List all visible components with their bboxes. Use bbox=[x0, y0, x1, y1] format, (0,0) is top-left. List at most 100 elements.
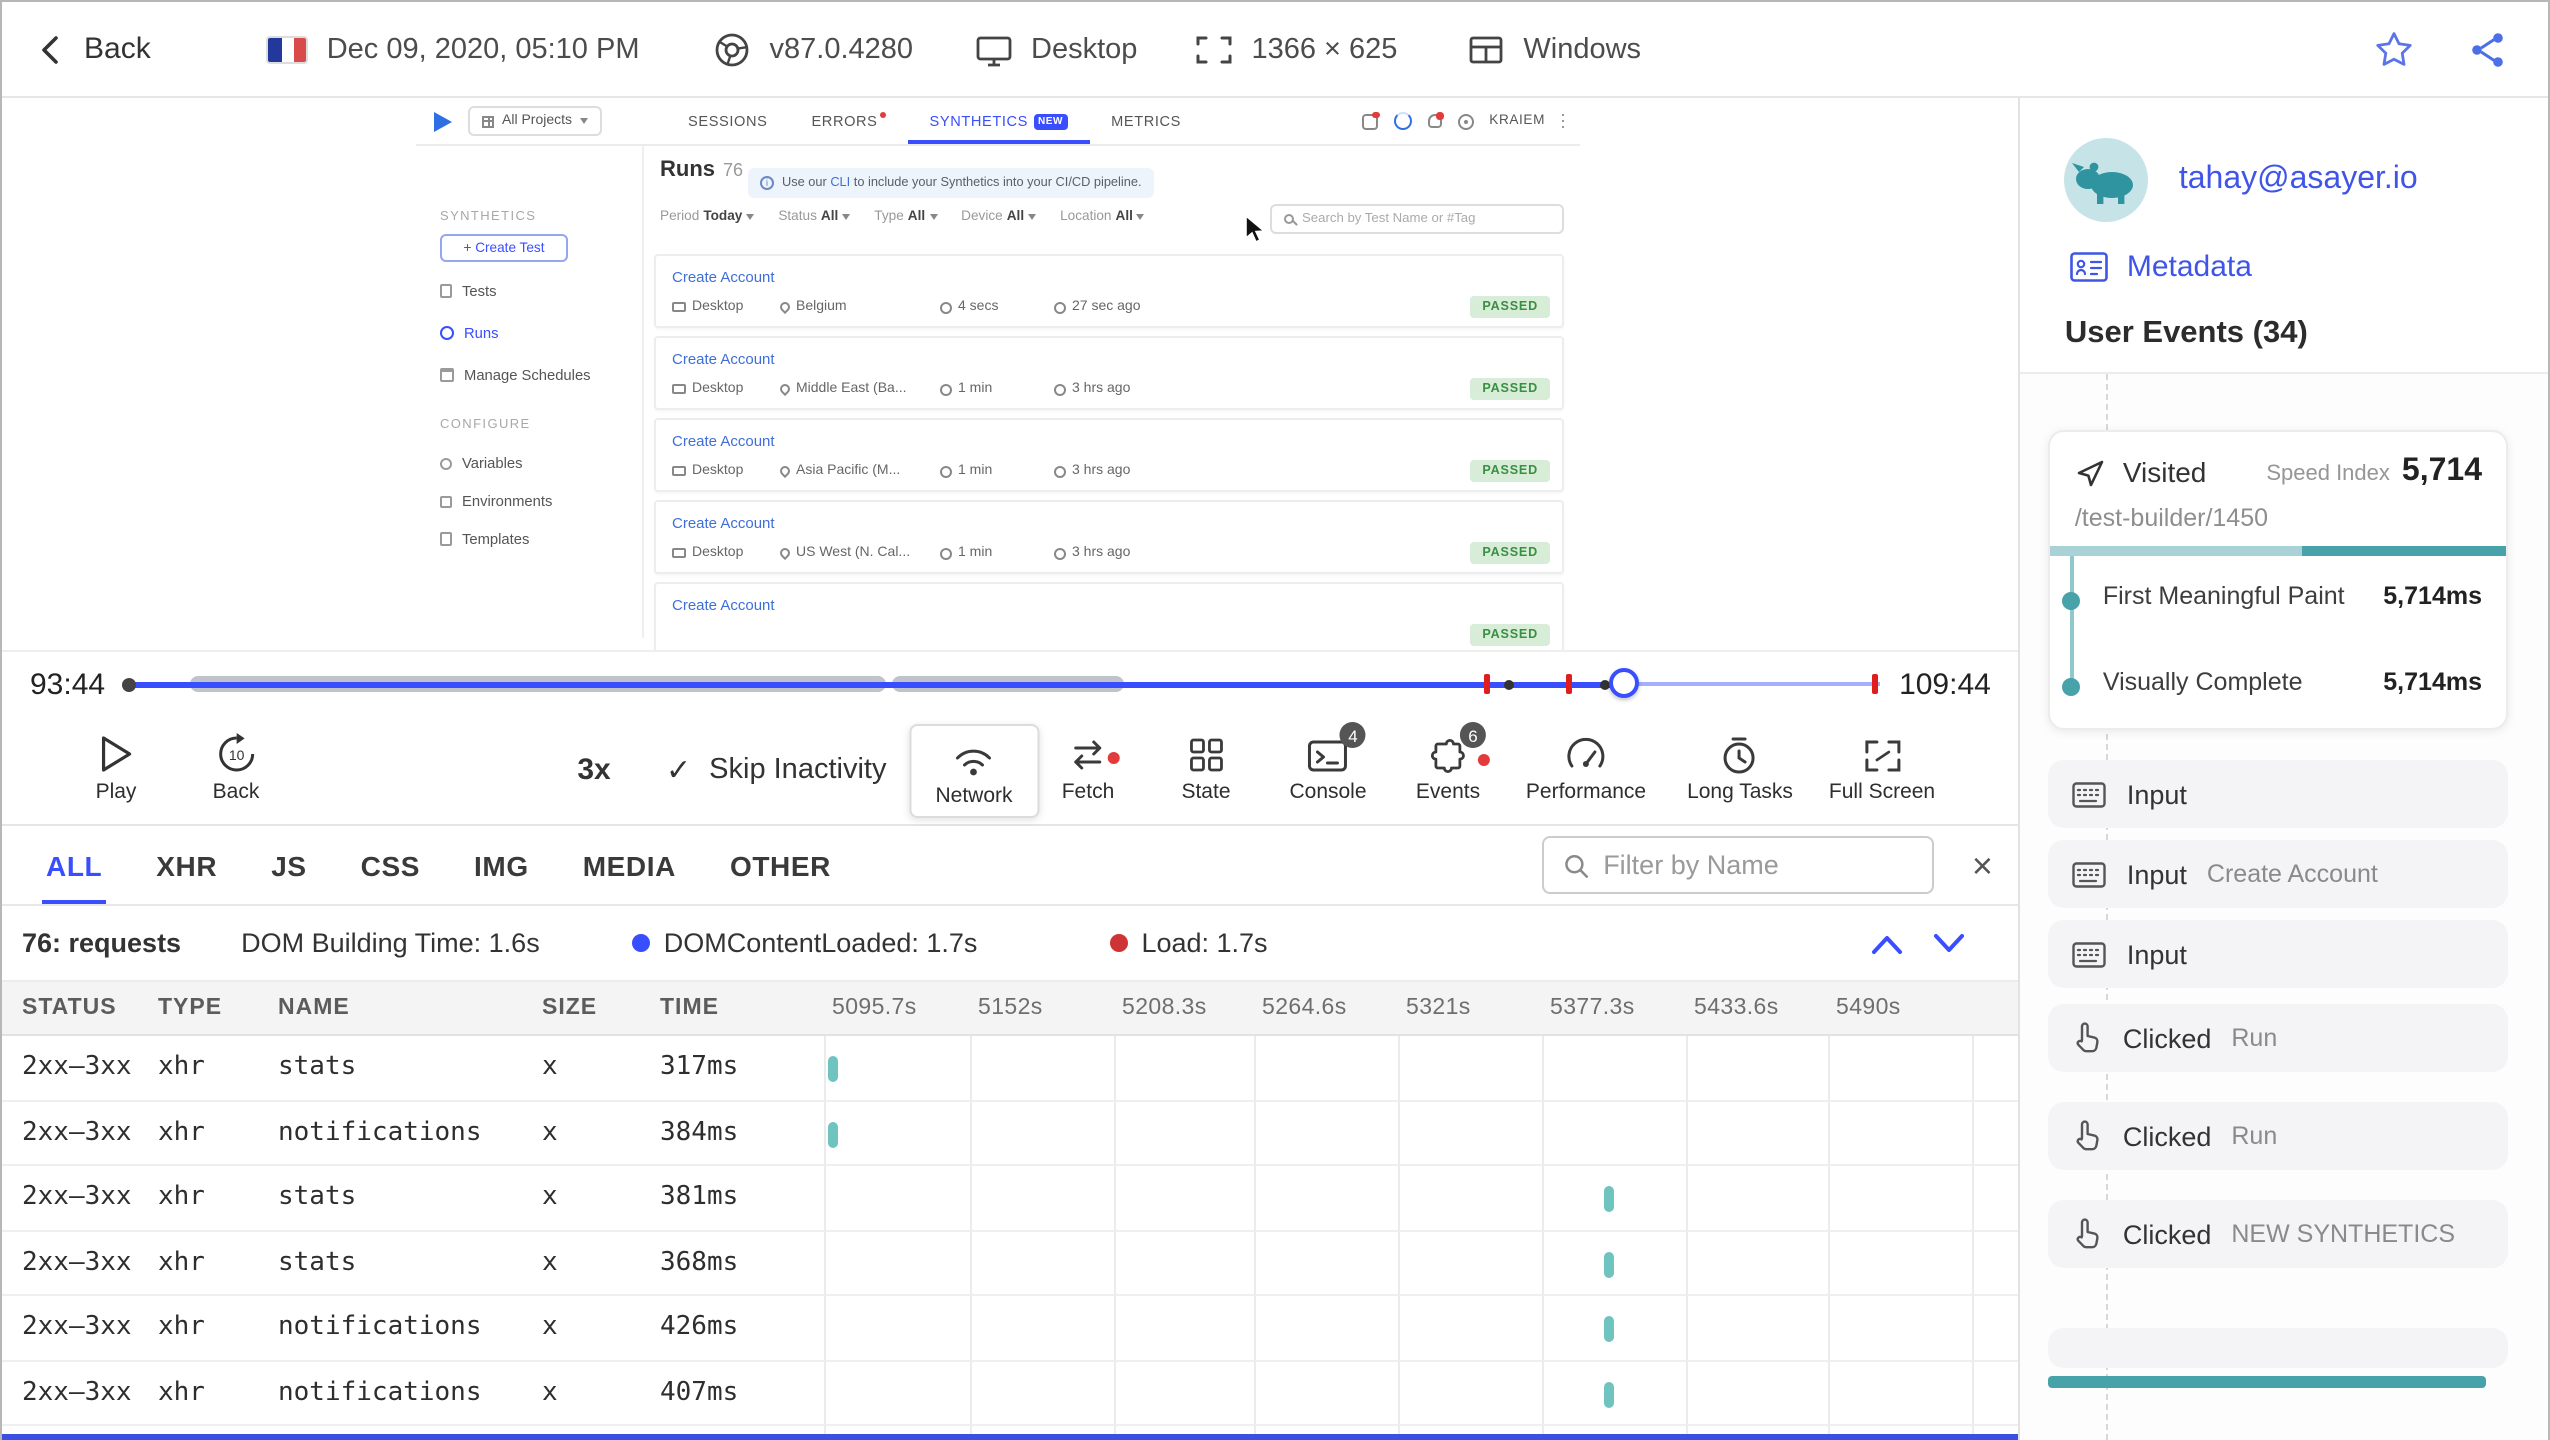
network-row[interactable]: 2xx–3xx xhr stats x 368ms bbox=[2, 1231, 2019, 1296]
performance-toggle[interactable]: Performance bbox=[1526, 732, 1646, 804]
check-icon: ✓ bbox=[666, 754, 692, 788]
keyboard-icon bbox=[2073, 941, 2107, 967]
favorite-star-icon[interactable] bbox=[2372, 27, 2416, 71]
visited-event-card[interactable]: Visited Speed Index 5,714 /test-builder/… bbox=[2048, 430, 2508, 730]
network-row[interactable]: 2xx–3xx xhr stats x 381ms bbox=[2, 1166, 2019, 1231]
replay-project-label: All Projects bbox=[502, 114, 573, 128]
horizontal-scrollbar[interactable] bbox=[2, 1434, 2019, 1440]
input-event-card[interactable]: Input bbox=[2048, 920, 2508, 988]
chevron-down-icon bbox=[1028, 214, 1037, 220]
click-event-card[interactable]: Clicked NEW SYNTHETICS bbox=[2048, 1200, 2508, 1268]
click-event-card[interactable]: Clicked Run bbox=[2048, 1004, 2508, 1072]
play-button[interactable]: Play bbox=[96, 732, 136, 804]
request-timing-mark bbox=[1604, 1381, 1614, 1407]
event-card-partial[interactable] bbox=[2048, 1328, 2508, 1368]
run-list-item: Create Account Desktop Middle East (Ba..… bbox=[654, 336, 1564, 410]
request-timing-mark bbox=[828, 1121, 838, 1147]
replay-tab-errors: ERRORS bbox=[789, 98, 907, 144]
network-tab-xhr[interactable]: XHR bbox=[156, 849, 217, 881]
playhead[interactable] bbox=[1609, 668, 1640, 698]
milestone-dot bbox=[2062, 678, 2081, 696]
info-icon: i bbox=[760, 176, 774, 190]
replay-app-sidebar: SYNTHETICS + Create Test Tests Runs Mana… bbox=[416, 146, 644, 638]
replay-viewport[interactable]: All Projects SESSIONS ERRORS SYNTHETICS N… bbox=[2, 98, 2019, 652]
network-tab-media[interactable]: MEDIA bbox=[583, 849, 676, 881]
calendar-icon bbox=[440, 368, 454, 382]
state-toggle[interactable]: State bbox=[1181, 732, 1231, 804]
browser-version-text: v87.0.4280 bbox=[769, 33, 914, 65]
jump-up-icon[interactable] bbox=[1871, 931, 1905, 955]
network-tab-js[interactable]: JS bbox=[271, 849, 306, 881]
notification-dot bbox=[1372, 111, 1380, 118]
network-row[interactable]: 2xx–3xx xhr notifications x 407ms bbox=[2, 1361, 2019, 1426]
long-tasks-toggle[interactable]: Long Tasks bbox=[1687, 732, 1793, 804]
desktop-icon bbox=[672, 302, 686, 312]
device-type: Desktop bbox=[973, 31, 1137, 67]
performance-gauge-icon bbox=[1567, 737, 1605, 768]
back-button[interactable]: Back bbox=[34, 31, 151, 67]
avatar bbox=[2064, 138, 2149, 222]
fetch-toggle[interactable]: Fetch bbox=[1062, 732, 1120, 804]
events-toggle[interactable]: 6 Events bbox=[1416, 722, 1490, 804]
network-row[interactable]: 2xx–3xx xhr notifications x 426ms bbox=[2, 1296, 2019, 1361]
status-badge: PASSED bbox=[1470, 296, 1550, 318]
document-icon bbox=[440, 284, 452, 298]
back-10s-button[interactable]: 10 Back bbox=[213, 732, 259, 804]
filter-location: Location All bbox=[1060, 210, 1145, 224]
seek-track[interactable] bbox=[121, 666, 1880, 702]
status-badge: PASSED bbox=[1470, 624, 1550, 646]
close-icon[interactable]: × bbox=[1972, 847, 1993, 883]
network-icon bbox=[956, 749, 992, 776]
click-event-card[interactable]: Clicked Run bbox=[2048, 1102, 2508, 1170]
dcl-dot bbox=[631, 934, 650, 952]
jump-down-icon[interactable] bbox=[1933, 931, 1967, 955]
skip-inactivity-toggle[interactable]: ✓ Skip Inactivity bbox=[666, 752, 886, 788]
grid-icon bbox=[482, 115, 494, 127]
desktop-icon bbox=[672, 548, 686, 558]
environments-icon bbox=[440, 495, 452, 507]
chevron-down-icon bbox=[929, 214, 938, 220]
events-count-badge: 6 bbox=[1459, 722, 1486, 748]
network-tab-all[interactable]: ALL bbox=[41, 849, 107, 903]
chevron-down-icon bbox=[746, 214, 755, 220]
france-flag-icon bbox=[266, 35, 309, 63]
user-card: tahay@asayer.io bbox=[2021, 98, 2548, 222]
speed-index: Speed Index 5,714 bbox=[2266, 454, 2482, 488]
status-badge: PASSED bbox=[1470, 460, 1550, 482]
duration-icon bbox=[940, 465, 952, 477]
console-toggle[interactable]: 4 Console bbox=[1289, 722, 1367, 804]
network-toggle[interactable]: Network bbox=[909, 724, 1039, 818]
load-dot bbox=[1109, 934, 1128, 952]
input-event-card[interactable]: Input Create Account bbox=[2048, 840, 2508, 908]
replayed-page: All Projects SESSIONS ERRORS SYNTHETICS N… bbox=[416, 98, 1580, 650]
share-icon[interactable] bbox=[2468, 29, 2508, 69]
network-row[interactable]: 2xx–3xx xhr stats x 317ms bbox=[2, 1036, 2019, 1101]
network-tab-css[interactable]: CSS bbox=[361, 849, 420, 881]
network-tab-other[interactable]: OTHER bbox=[730, 849, 831, 881]
speed-button[interactable]: 3x bbox=[577, 753, 610, 787]
replay-app-navbar: All Projects SESSIONS ERRORS SYNTHETICS N… bbox=[416, 98, 1580, 146]
search-icon bbox=[1284, 214, 1294, 224]
metadata-link[interactable]: Metadata bbox=[2071, 250, 2548, 284]
replay-tab-sessions: SESSIONS bbox=[688, 112, 768, 130]
templates-icon bbox=[440, 532, 452, 546]
player-controls: Play 10 Back 3x ✓ Skip Inactivity Networ… bbox=[2, 716, 2019, 826]
network-filter-input[interactable] bbox=[1603, 850, 1915, 880]
rewind-icon: 10 bbox=[218, 733, 254, 772]
user-events-title: User Events (34) bbox=[2064, 316, 2308, 350]
run-list: Create Account Desktop Belgium 4 secs 27… bbox=[654, 254, 1564, 650]
network-stats-bar: 76: requests DOM Building Time: 1.6s DOM… bbox=[2, 906, 2019, 982]
network-tab-img[interactable]: IMG bbox=[474, 849, 529, 881]
run-list-item: Create Account PASSED bbox=[654, 582, 1564, 650]
input-event-card[interactable]: Input bbox=[2048, 760, 2508, 828]
sidebar-item-environments: Environments bbox=[440, 492, 552, 510]
replay-mouse-cursor bbox=[1245, 214, 1267, 244]
filter-status: Status All bbox=[778, 210, 851, 224]
back-label: Back bbox=[84, 32, 151, 66]
new-badge: NEW bbox=[1033, 113, 1068, 129]
network-row[interactable]: 2xx–3xx xhr notifications x 384ms bbox=[2, 1101, 2019, 1166]
chevron-down-icon bbox=[580, 118, 589, 124]
error-marker bbox=[1872, 674, 1879, 694]
fullscreen-button[interactable]: Full Screen bbox=[1829, 732, 1935, 804]
location-pin-icon bbox=[777, 299, 793, 315]
